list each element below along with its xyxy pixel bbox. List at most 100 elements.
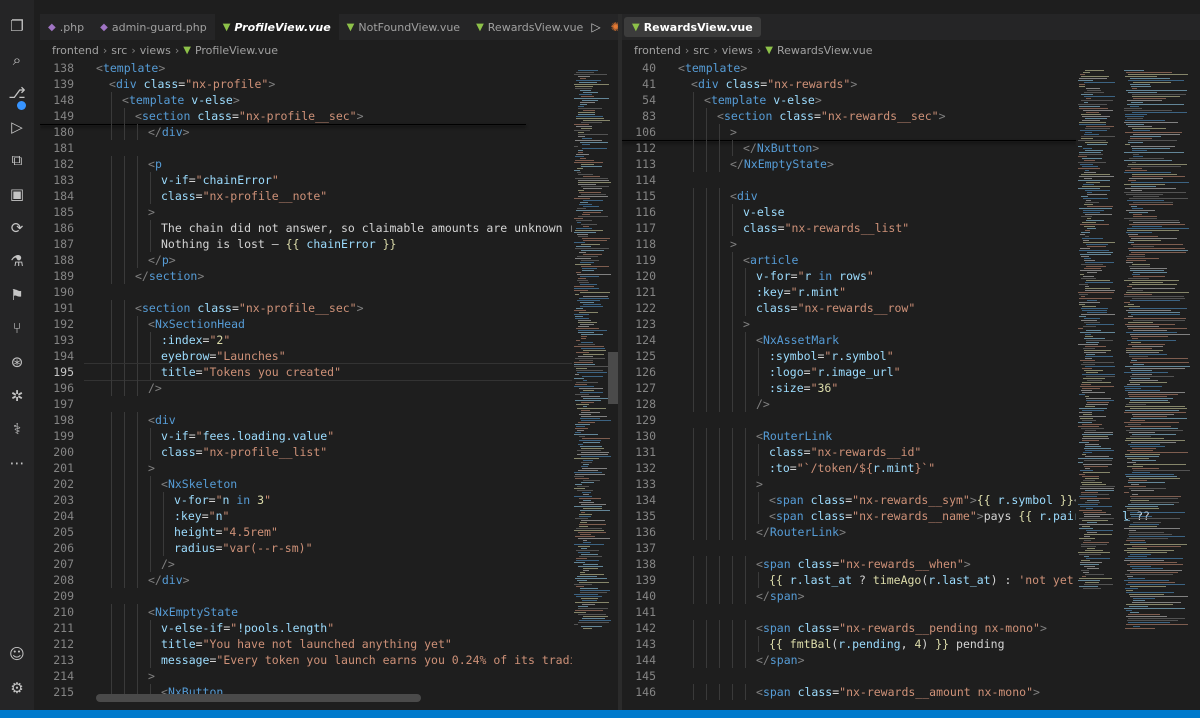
- code-line[interactable]: 145: [622, 668, 1122, 684]
- code-line[interactable]: 208 </div>: [40, 572, 572, 588]
- code-line[interactable]: 196 />: [40, 380, 572, 396]
- code-line[interactable]: 188 </p>: [40, 252, 572, 268]
- tab-admin-guard-php[interactable]: ◆ admin-guard.php: [92, 14, 215, 40]
- code-line[interactable]: 210 <NxEmptyState: [40, 604, 572, 620]
- code-line[interactable]: 136 </RouterLink>: [622, 524, 1122, 540]
- code-line[interactable]: 138 <template>: [40, 60, 572, 76]
- code-line[interactable]: 194 eyebrow="Launches": [40, 348, 572, 364]
- code-editor[interactable]: 138 <template> 139 <div class="nx-profile">…: [40, 60, 604, 710]
- testing-icon[interactable]: ⚗: [5, 249, 29, 273]
- breadcrumb-item[interactable]: views: [140, 44, 171, 57]
- code-line[interactable]: 120 v-for="r in rows": [622, 268, 1122, 284]
- files-icon[interactable]: ❐: [5, 14, 29, 38]
- code-line[interactable]: 132:to="`/token/${r.mint}`": [622, 460, 1122, 476]
- breadcrumb-item[interactable]: frontend: [52, 44, 99, 57]
- code-line[interactable]: 137: [622, 540, 1122, 556]
- code-line[interactable]: 182 <p: [40, 156, 572, 172]
- code-line[interactable]: 123 >: [622, 316, 1122, 332]
- code-line[interactable]: 130 <RouterLink: [622, 428, 1122, 444]
- breadcrumb-item[interactable]: frontend: [634, 44, 681, 57]
- code-line[interactable]: 116 v-else: [622, 204, 1122, 220]
- code-line[interactable]: 139 {{ r.last_at ? timeAgo(r.last_at) : '…: [622, 572, 1122, 588]
- code-line[interactable]: 200 class="nx-profile__list": [40, 444, 572, 460]
- search-icon[interactable]: ⌕: [5, 48, 29, 72]
- code-line[interactable]: 114: [622, 172, 1122, 188]
- code-line[interactable]: 134 <span class="nx-rewards__sym">{{ r.sy…: [622, 492, 1122, 508]
- code-line[interactable]: 205 height="4.5rem": [40, 524, 572, 540]
- breadcrumb-item[interactable]: RewardsView.vue: [777, 44, 873, 57]
- code-line[interactable]: 184 class="nx-profile__note": [40, 188, 572, 204]
- code-line[interactable]: 212 title="You have not launched anything…: [40, 636, 572, 652]
- code-line[interactable]: 187 Nothing is lost — {{ chainError }}: [40, 236, 572, 252]
- code-line[interactable]: 112 </NxButton>: [622, 140, 1122, 156]
- code-line[interactable]: 138 <span class="nx-rewards__when">: [622, 556, 1122, 572]
- code-line[interactable]: 106 >: [622, 124, 1122, 140]
- code-line[interactable]: 135 <span class="nx-rewards__name">pays {…: [622, 508, 1150, 524]
- code-line[interactable]: 119 <article: [622, 252, 1122, 268]
- code-line[interactable]: 206 radius="var(--r-sm)": [40, 540, 572, 556]
- git-graph-icon[interactable]: ⑂: [5, 316, 29, 340]
- accounts-ext-icon[interactable]: ✲: [5, 384, 29, 408]
- breadcrumb-item[interactable]: ProfileView.vue: [195, 44, 278, 57]
- code-line[interactable]: 131 class="nx-rewards__id": [622, 444, 1122, 460]
- code-line[interactable]: 126:logo="r.image_url": [622, 364, 1122, 380]
- vertical-scrollbar[interactable]: [608, 352, 618, 404]
- deploy-icon[interactable]: ⟳: [5, 216, 29, 240]
- code-line[interactable]: 191 <section class="nx-profile__sec">: [40, 300, 572, 316]
- code-line[interactable]: 201 >: [40, 460, 572, 476]
- code-line[interactable]: 193:index="2": [40, 332, 572, 348]
- code-line[interactable]: 121:key="r.mint": [622, 284, 1122, 300]
- tab-rewardsview-vue[interactable]: ▼ RewardsView.vue: [468, 14, 591, 40]
- settings-gear-icon[interactable]: ⚙: [5, 676, 29, 700]
- code-line[interactable]: 180 </div>: [40, 124, 572, 140]
- code-line[interactable]: 204:key="n": [40, 508, 572, 524]
- code-line[interactable]: 143 {{ fmtBal(r.pending, 4) }} pending: [622, 636, 1122, 652]
- tab-php[interactable]: ◆ .php: [40, 14, 92, 40]
- code-line[interactable]: 195 title="Tokens you created": [40, 363, 572, 381]
- code-line[interactable]: 211 v-else-if="!pools.length": [40, 620, 572, 636]
- code-line[interactable]: 189 </section>: [40, 268, 572, 284]
- run-debug-icon[interactable]: ▷: [5, 115, 29, 139]
- code-line[interactable]: 198 <div: [40, 412, 572, 428]
- code-line[interactable]: 133 >: [622, 476, 1122, 492]
- source-control-icon[interactable]: ⎇: [5, 81, 29, 105]
- extensions-icon[interactable]: ⧉: [5, 148, 29, 172]
- code-line[interactable]: 139 <div class="nx-profile">: [40, 76, 572, 92]
- code-line[interactable]: 113 </NxEmptyState>: [622, 156, 1122, 172]
- tab-rewardsview-vue[interactable]: ▼ RewardsView.vue: [624, 17, 761, 37]
- code-line[interactable]: 144 </span>: [622, 652, 1122, 668]
- code-line[interactable]: 185 >: [40, 204, 572, 220]
- code-line[interactable]: 128 />: [622, 396, 1122, 412]
- run-icon[interactable]: ▷: [591, 20, 600, 34]
- code-line[interactable]: 181: [40, 140, 572, 156]
- code-line[interactable]: 190: [40, 284, 572, 300]
- breadcrumb-item[interactable]: src: [111, 44, 127, 57]
- code-line[interactable]: 118 >: [622, 236, 1122, 252]
- code-line[interactable]: 202 <NxSkeleton: [40, 476, 572, 492]
- code-line[interactable]: 129: [622, 412, 1122, 428]
- tab-notfoundview-vue[interactable]: ▼ NotFoundView.vue: [339, 14, 468, 40]
- code-line[interactable]: 141: [622, 604, 1122, 620]
- account-icon[interactable]: ☺: [5, 642, 29, 666]
- code-line[interactable]: 213 message="Every token you launch earns…: [40, 652, 604, 668]
- code-line[interactable]: 207 />: [40, 556, 572, 572]
- code-line[interactable]: 122 class="nx-rewards__row": [622, 300, 1122, 316]
- code-editor[interactable]: 40 <template> 41 <div class="nx-rewards"> 54…: [622, 60, 1150, 710]
- code-line[interactable]: 117 class="nx-rewards__list": [622, 220, 1122, 236]
- code-line[interactable]: 209: [40, 588, 572, 604]
- remote-explorer-icon[interactable]: ▣: [5, 182, 29, 206]
- code-line[interactable]: 125:symbol="r.symbol": [622, 348, 1122, 364]
- code-line[interactable]: 146 <span class="nx-rewards__amount nx-mo…: [622, 684, 1122, 700]
- code-line[interactable]: 115 <div: [622, 188, 1122, 204]
- more-icon[interactable]: ⋯: [5, 451, 29, 475]
- copilot-icon[interactable]: ⊛: [5, 350, 29, 374]
- code-line[interactable]: 40 <template>: [622, 60, 1122, 76]
- code-line[interactable]: 148 <template v-else>: [40, 92, 572, 108]
- code-line[interactable]: 197: [40, 396, 572, 412]
- breadcrumb-item[interactable]: views: [722, 44, 753, 57]
- breadcrumb-item[interactable]: src: [693, 44, 709, 57]
- code-line[interactable]: 199 v-if="fees.loading.value": [40, 428, 572, 444]
- code-line[interactable]: 214 >: [40, 668, 572, 684]
- code-line[interactable]: 203 v-for="n in 3": [40, 492, 572, 508]
- python-icon[interactable]: ⚕: [5, 417, 29, 441]
